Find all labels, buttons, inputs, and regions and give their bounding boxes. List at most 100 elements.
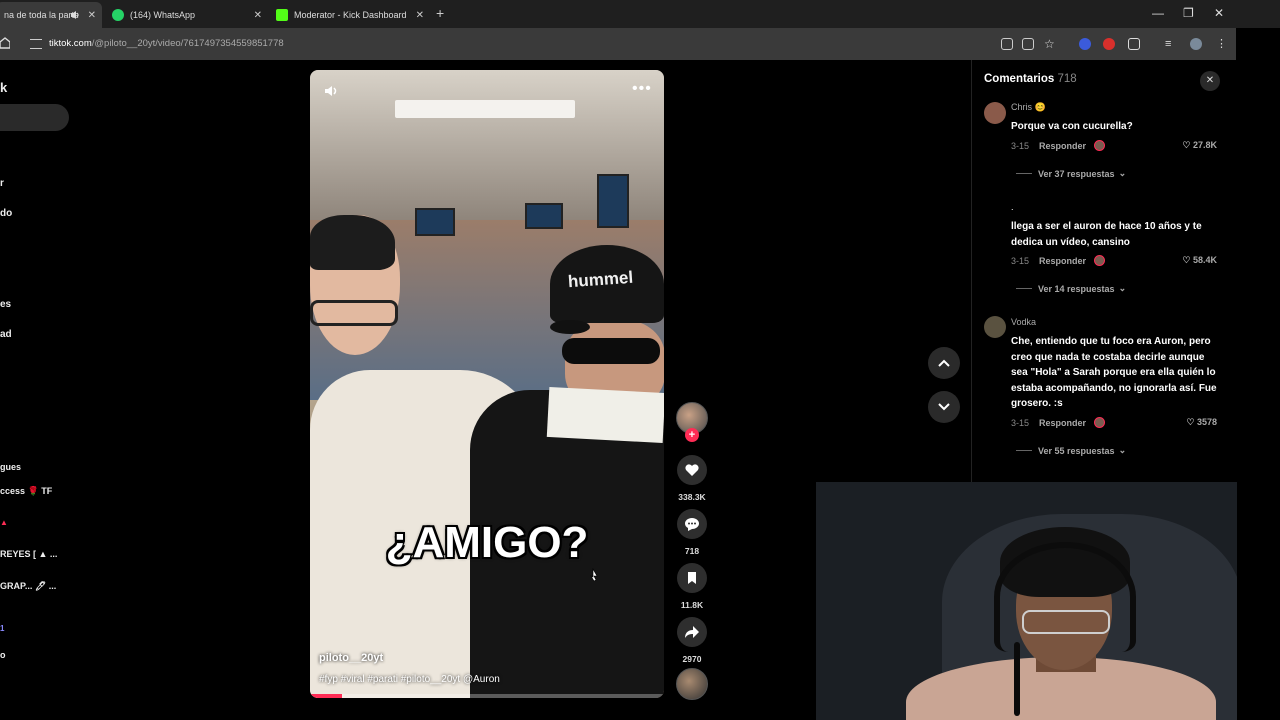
search-input[interactable] — [0, 104, 69, 131]
creator-liked-avatar — [1094, 140, 1106, 151]
tab-current[interactable]: na de toda la parte ✕ — [0, 2, 102, 28]
likes-count: 338.3K — [678, 492, 706, 502]
video-hashtags[interactable]: #fyp #viral #parati #piloto__20yt @Auron — [319, 674, 500, 685]
following-account[interactable]: ▲ — [0, 518, 8, 527]
following-account[interactable]: GRAP... 🖊 ... — [0, 581, 56, 592]
reply-button[interactable]: Responder — [1039, 141, 1086, 151]
video-author[interactable]: piloto__20yt — [319, 652, 383, 664]
comments-title: Comentarios 718 — [984, 73, 1077, 85]
url-field[interactable]: tiktok.com /@piloto__20yt/video/76174973… — [26, 32, 996, 55]
like-button[interactable] — [677, 455, 707, 485]
comment-date: 3-15 — [1011, 255, 1030, 266]
share-button[interactable] — [677, 617, 707, 647]
browser-menu-icon[interactable]: ⋮ — [1216, 38, 1228, 50]
comment-meta: 3-15 Responder — [1011, 417, 1106, 428]
tab-title: na de toda la parte — [4, 10, 80, 20]
extensions-puzzle-icon[interactable] — [1128, 38, 1140, 50]
comment-likes[interactable]: ♡ 27.8K — [1167, 140, 1217, 151]
commenter-name[interactable]: Vodka — [1011, 317, 1036, 327]
ceiling-light — [395, 100, 485, 118]
divider-line — [1016, 288, 1032, 289]
comment-meta: 3-15 Responder — [1011, 255, 1106, 266]
previous-video-button[interactable] — [928, 347, 960, 379]
chevron-up-icon — [938, 359, 950, 367]
follow-plus-icon[interactable]: + — [685, 428, 699, 442]
url-path: /@piloto__20yt/video/7617497354559851778 — [91, 38, 284, 49]
cap-brim — [550, 320, 590, 334]
tab-kick[interactable]: Moderator - Kick Dashboard ✕ — [268, 2, 430, 28]
tab-title: Moderator - Kick Dashboard — [294, 10, 407, 20]
departure-screen — [525, 203, 563, 229]
video-caption: ¿AMIGO? — [385, 518, 589, 567]
video-progress-bar[interactable] — [310, 694, 664, 698]
video-player[interactable]: hummel ¿AMIGO? piloto__20yt #fyp #viral … — [310, 70, 664, 698]
extension-blue-icon[interactable] — [1079, 38, 1091, 50]
view-replies-button[interactable]: Ver 55 respuestas ⌄ — [1016, 445, 1126, 456]
microphone — [1014, 642, 1020, 716]
following-account[interactable]: gues — [0, 462, 21, 472]
person-sunglasses — [562, 338, 660, 364]
extension-red-icon[interactable] — [1103, 38, 1115, 50]
following-account[interactable]: ccess 🌹 TF — [0, 486, 52, 497]
media-controls-icon[interactable]: ≡ — [1165, 38, 1177, 50]
comment-date: 3-15 — [1011, 140, 1030, 151]
tab-whatsapp[interactable]: (164) WhatsApp ✕ — [104, 2, 268, 28]
new-tab-icon[interactable]: + — [436, 5, 444, 21]
comment-likes[interactable]: ♡ 3578 — [1167, 417, 1217, 428]
sidebar-item[interactable]: do — [0, 208, 12, 219]
url-domain: tiktok.com — [49, 38, 92, 49]
close-comments-icon[interactable]: ✕ — [1200, 71, 1220, 91]
more-options-icon[interactable]: ••• — [632, 80, 652, 98]
next-video-button[interactable] — [928, 391, 960, 423]
commenter-avatar[interactable] — [984, 102, 1006, 124]
speaker-icon[interactable] — [70, 10, 80, 20]
close-tab-icon[interactable]: ✕ — [416, 10, 424, 21]
following-account[interactable]: 1 — [0, 624, 4, 633]
sidebar-item[interactable]: r — [0, 178, 4, 189]
tiktok-logo[interactable]: k — [0, 80, 7, 95]
close-window-icon[interactable]: ✕ — [1214, 6, 1224, 20]
sound-avatar[interactable] — [676, 668, 708, 700]
minimize-icon[interactable]: — — [1152, 6, 1164, 20]
save-button[interactable] — [677, 563, 707, 593]
close-tab-icon[interactable]: ✕ — [254, 10, 262, 21]
view-replies-label: Ver 14 respuestas — [1038, 283, 1115, 294]
shares-count: 2970 — [682, 654, 702, 664]
reply-button[interactable]: Responder — [1039, 256, 1086, 266]
comment-text: Che, entiendo que tu foco era Auron, per… — [1011, 336, 1217, 409]
comment-likes[interactable]: ♡ 58.4K — [1167, 255, 1217, 266]
volume-icon[interactable] — [324, 84, 340, 98]
person-glasses — [310, 300, 398, 326]
saves-count: 11.8K — [680, 600, 704, 610]
site-settings-icon[interactable] — [30, 38, 42, 49]
comment-likes-count: 58.4K — [1192, 255, 1217, 265]
close-tab-icon[interactable]: ✕ — [88, 10, 96, 21]
departure-screen — [597, 174, 629, 228]
view-replies-button[interactable]: Ver 37 respuestas ⌄ — [1016, 168, 1126, 179]
sidebar-item[interactable]: ad — [0, 329, 12, 340]
commenter-avatar[interactable] — [984, 316, 1006, 338]
divider-line — [1016, 173, 1032, 174]
streamer-glasses — [1022, 610, 1110, 634]
view-replies-button[interactable]: Ver 14 respuestas ⌄ — [1016, 283, 1126, 294]
reply-button[interactable]: Responder — [1039, 418, 1086, 428]
cast-icon[interactable] — [1022, 38, 1034, 50]
comment-button[interactable] — [677, 509, 707, 539]
following-account[interactable]: REYES [ ▲ ... — [0, 549, 57, 559]
comment-likes-count: 27.8K — [1192, 140, 1217, 150]
commenter-name[interactable]: Chris 😊 — [1011, 102, 1046, 113]
view-replies-label: Ver 37 respuestas — [1038, 168, 1115, 179]
sidebar-item[interactable]: es — [0, 299, 11, 310]
creator-liked-avatar — [1094, 255, 1106, 266]
sidebar-item[interactable]: o — [0, 650, 6, 660]
browser-tab-bar: na de toda la parte ✕ (164) WhatsApp ✕ M… — [0, 0, 1280, 28]
headset — [994, 542, 1136, 652]
home-icon[interactable] — [0, 37, 10, 49]
comments-total: 718 — [1057, 73, 1077, 85]
bookmark-star-icon[interactable]: ☆ — [1044, 38, 1056, 50]
profile-avatar[interactable] — [1190, 38, 1202, 50]
commenter-name[interactable]: . — [1011, 202, 1014, 212]
maximize-icon[interactable]: ❐ — [1183, 6, 1194, 20]
translate-icon[interactable] — [1001, 38, 1013, 50]
comment-text: Porque va con cucurella? — [1011, 121, 1133, 132]
